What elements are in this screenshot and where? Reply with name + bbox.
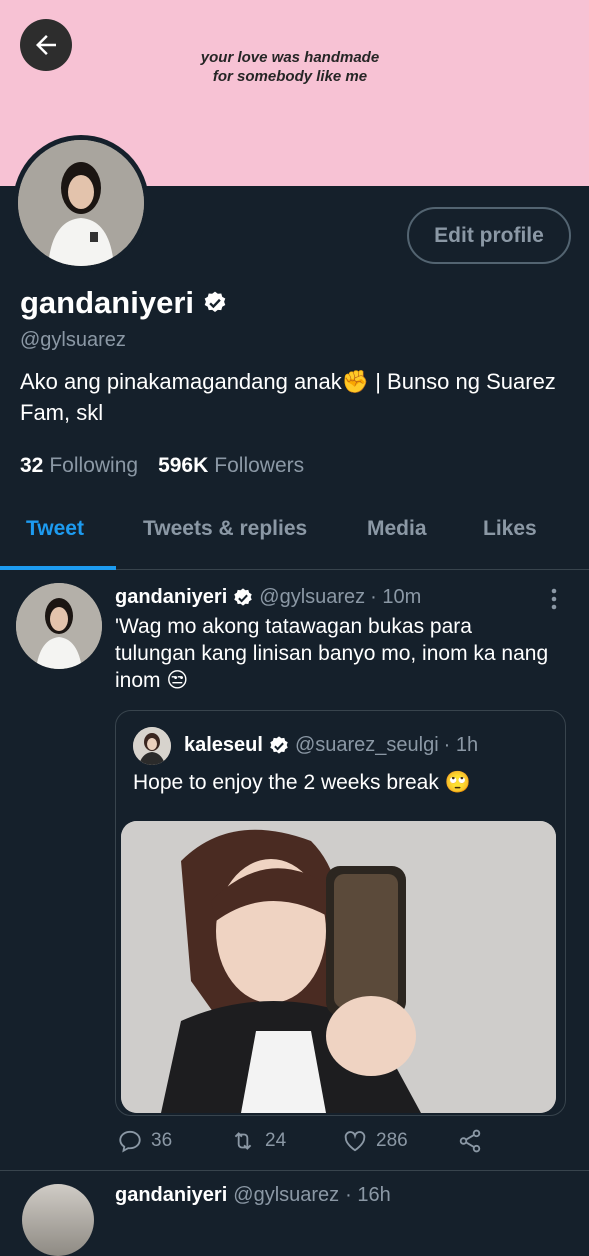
share-icon (459, 1129, 481, 1153)
profile-handle: @gylsuarez (20, 329, 126, 351)
tweet-text: 'Wag mo akong tatawagan bukas para tulun… (115, 615, 549, 692)
profile-name: gandaniyeri (20, 285, 228, 321)
tab-likes[interactable]: Likes (483, 517, 537, 541)
reply-button[interactable]: 36 (117, 1128, 172, 1154)
retweet-count: 24 (265, 1130, 287, 1151)
like-icon (344, 1131, 366, 1152)
quoted-avatar (133, 727, 171, 765)
back-arrow-icon (36, 35, 56, 55)
followers-count[interactable]: 596K (158, 454, 208, 478)
verified-icon (270, 735, 288, 754)
following-count[interactable]: 32 (20, 454, 43, 478)
verified-icon (234, 587, 252, 606)
next-tweet-time: · 16h (345, 1184, 391, 1206)
tweet-actions: 36 24 286 (115, 1128, 575, 1158)
tweet-header: gandaniyeri @gylsuarez · 10m (115, 586, 421, 609)
following-label[interactable]: Following (49, 454, 138, 478)
tweet-author-name[interactable]: gandaniyeri (115, 586, 227, 609)
tweet-avatar[interactable] (16, 583, 102, 669)
edit-profile-button[interactable]: Edit profile (407, 207, 571, 264)
retweet-icon (234, 1132, 252, 1150)
quoted-time: · 1h (443, 734, 479, 756)
reply-count: 36 (151, 1130, 173, 1151)
share-button[interactable] (457, 1128, 483, 1154)
retweet-button[interactable]: 24 (229, 1128, 286, 1154)
like-button[interactable]: 286 (342, 1128, 408, 1154)
profile-avatar-image (18, 140, 144, 266)
quoted-author-name: kaleseul (184, 734, 263, 756)
tweet-author-handle[interactable]: @gylsuarez (259, 586, 365, 609)
tab-tweet[interactable]: Tweet (26, 517, 84, 541)
next-tweet-avatar[interactable] (22, 1184, 94, 1256)
quoted-tweet[interactable]: kaleseul @suarez_seulgi · 1h Hope to enj… (115, 710, 566, 1116)
tab-media[interactable]: Media (367, 517, 427, 541)
quoted-header: kaleseul @suarez_seulgi · 1h (184, 734, 478, 757)
followers-label[interactable]: Followers (214, 454, 304, 478)
next-tweet-author-name[interactable]: gandaniyeri (115, 1184, 227, 1207)
next-tweet-author-handle[interactable]: @gylsuarez (233, 1184, 339, 1207)
profile-avatar[interactable] (13, 135, 149, 271)
next-tweet-header: gandaniyeri @gylsuarez · 16h (115, 1184, 391, 1207)
quoted-text: Hope to enjoy the 2 weeks break 🙄 (133, 771, 471, 794)
active-tab-indicator (0, 566, 116, 570)
banner-text: your love was handmade for somebody like… (140, 48, 440, 86)
follow-stats: 32 Following 596K Followers (20, 454, 318, 478)
profile-tabs: Tweet Tweets & replies Media Likes (0, 505, 589, 570)
tweet-time: · 10m (370, 586, 422, 608)
verified-icon (204, 291, 226, 312)
like-count: 286 (376, 1130, 408, 1151)
banner-text-line2: for somebody like me (212, 68, 368, 85)
profile-bio: Ako ang pinakamagandang anak✊ | Bunso ng… (20, 369, 556, 425)
back-button[interactable] (20, 19, 72, 71)
tweet-divider (0, 1170, 589, 1171)
tab-tweets-replies[interactable]: Tweets & replies (143, 517, 307, 541)
profile-name-text: gandaniyeri (20, 285, 194, 320)
banner-text-line1: your love was handmade (200, 49, 380, 66)
reply-icon (119, 1130, 141, 1153)
more-icon[interactable] (548, 587, 560, 611)
quoted-author-handle: @suarez_seulgi (294, 734, 439, 756)
quoted-photo[interactable] (121, 821, 556, 1113)
